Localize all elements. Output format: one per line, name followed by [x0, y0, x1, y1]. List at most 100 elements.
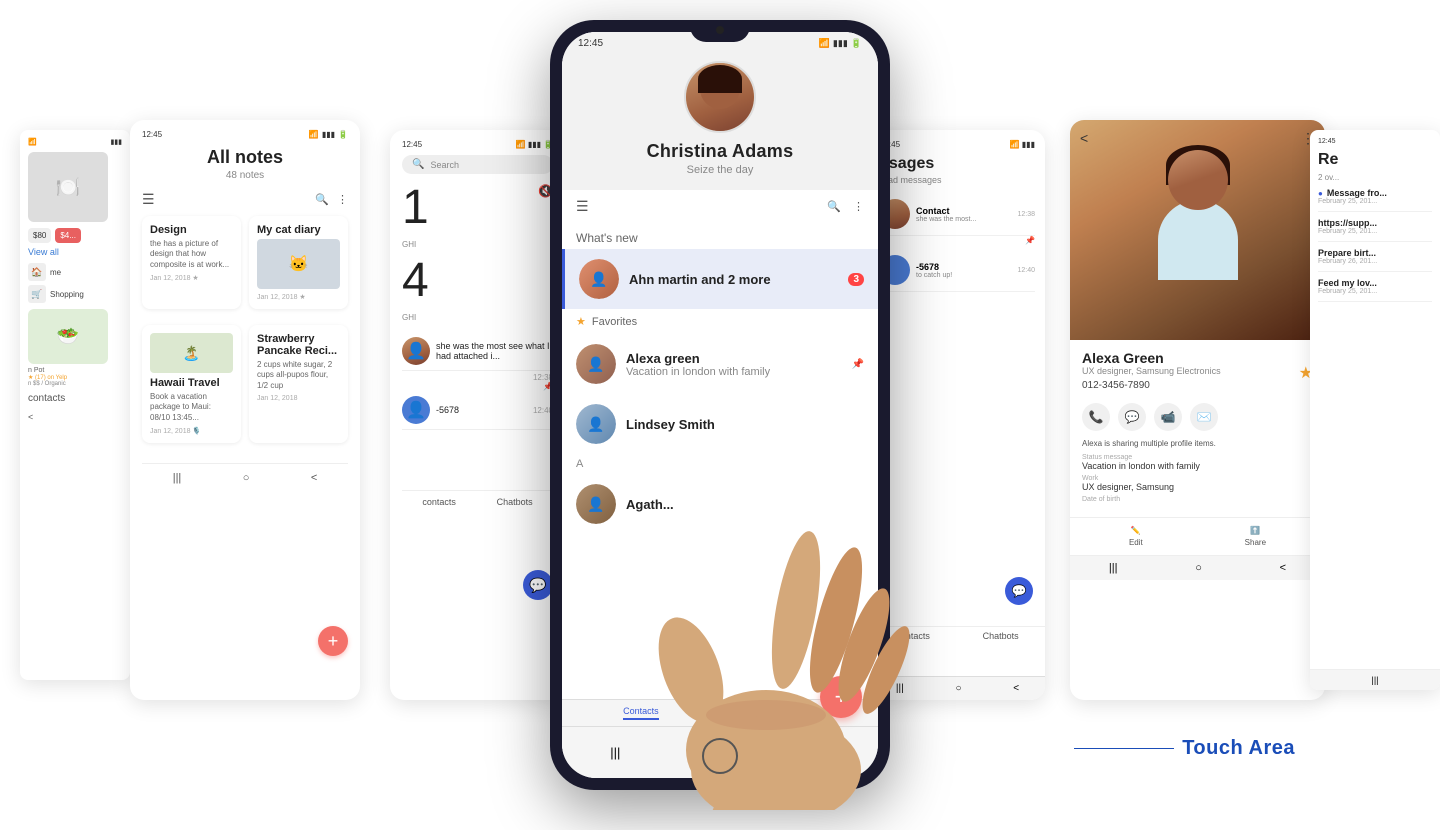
profile-avatar[interactable] — [684, 61, 756, 133]
notes-toolbar: ☰ 🔍 ⋮ — [142, 191, 348, 208]
phone-notch — [690, 20, 750, 42]
cd-message-button[interactable]: 💬 — [1118, 403, 1146, 431]
nav-back-icon[interactable]: < — [822, 745, 830, 760]
left-search-bar[interactable]: 🔍 Search — [402, 155, 553, 174]
lp-signal: ▮▮▮ — [528, 140, 541, 149]
signal-icon: ▮▮▮ — [833, 38, 848, 49]
note-card-pancake[interactable]: Strawberry Pancake Reci... 2 cups white … — [249, 325, 348, 443]
right-messages-panel: 12:45 📶 ▮▮▮ ssages read messages Contact… — [870, 130, 1045, 700]
msg-subtitle: read messages — [880, 175, 1035, 185]
cd-dob-field: Date of birth — [1082, 496, 1313, 503]
view-all-link[interactable]: View all — [28, 247, 122, 257]
front-camera — [716, 26, 724, 34]
note-card-hawaii[interactable]: 🏝️ Hawaii Travel Book a vacation package… — [142, 325, 241, 443]
lp-tab-chatbots[interactable]: Chatbots — [497, 497, 533, 507]
msg-nav-menu[interactable]: ||| — [896, 683, 904, 694]
lp-tab-contacts[interactable]: contacts — [422, 497, 456, 507]
agatha-contact-info: Agath... — [626, 497, 864, 512]
contact-lindsey[interactable]: 👤 Lindsey Smith — [562, 394, 878, 454]
touch-area-annotation: Touch Area — [1074, 737, 1295, 760]
note-hawaii-title: Hawaii Travel — [150, 377, 233, 389]
nav-menu-icon[interactable]: ||| — [610, 745, 620, 760]
msg-name-2: -5678 — [916, 262, 1011, 272]
fr-subtitle: 2 ov... — [1318, 173, 1432, 182]
lp-avatar-2: 👤 — [402, 396, 430, 424]
msg-tab-contacts[interactable]: contacts — [896, 631, 930, 641]
left-label-4: GHI — [402, 313, 553, 322]
toolbar-hamburger-icon[interactable]: ☰ — [576, 198, 589, 215]
toolbar-more-icon[interactable]: ⋮ — [853, 200, 864, 213]
alexa-avatar: 👤 — [576, 344, 616, 384]
msg-chatbubble[interactable]: 💬 — [1005, 577, 1033, 605]
fr-status-bar: 12:45 — [1318, 138, 1432, 145]
notes-fab[interactable]: + — [318, 626, 348, 656]
fr-item-3[interactable]: Prepare birt... February 26, 201... — [1318, 242, 1432, 272]
cd-video-button[interactable]: 📹 — [1154, 403, 1182, 431]
note-card-design[interactable]: Design the has a picture of design that … — [142, 216, 241, 309]
section-a-label: A — [576, 458, 583, 470]
toolbar-search-icon[interactable]: 🔍 — [827, 200, 841, 213]
cd-nav-menu[interactable]: ||| — [1109, 562, 1118, 574]
lp-contact-2[interactable]: 👤 -5678 12:40 — [402, 391, 553, 430]
favorites-label: Favorites — [592, 316, 637, 328]
notes-nav-back[interactable]: < — [311, 472, 317, 484]
contact-alexa[interactable]: 👤 Alexa green Vacation in london with fa… — [562, 334, 878, 394]
pfl-contacts-link[interactable]: contacts — [28, 393, 65, 404]
contact-ahn-martin[interactable]: 👤 Ahn martin and 2 more 3 — [562, 249, 878, 309]
fr-item-4[interactable]: Feed my lov... February 25, 201... — [1318, 272, 1432, 302]
notes-nav-menu[interactable]: ||| — [173, 472, 182, 484]
cd-contact-phone[interactable]: 012-3456-7890 — [1082, 380, 1221, 391]
contact-agatha[interactable]: 👤 Agath... — [562, 474, 878, 534]
agatha-avatar-face: 👤 — [576, 484, 616, 524]
msg-info-2: -5678 to catch up! — [916, 262, 1011, 279]
lp-chatbubble[interactable]: 💬 — [523, 570, 553, 600]
notes-hamburger-icon[interactable]: ☰ — [142, 191, 155, 208]
alexa-contact-info: Alexa green Vacation in london with fami… — [626, 351, 842, 378]
profile-subtitle: Seize the day — [687, 164, 754, 176]
msg-nav-back[interactable]: < — [1013, 683, 1019, 694]
cd-edit-label: Edit — [1129, 538, 1143, 547]
fab-button[interactable]: + — [820, 676, 862, 718]
cd-back-button[interactable]: < — [1080, 130, 1088, 146]
cd-nav-back[interactable]: < — [1280, 562, 1286, 574]
cd-share-button[interactable]: ⬆️ Share — [1245, 526, 1266, 547]
ahn-badge: 3 — [848, 273, 864, 286]
tab-chatbots[interactable]: Chatbots — [781, 706, 817, 720]
msg-time-1: 12:38 — [1017, 211, 1035, 218]
cd-nav-home[interactable]: ○ — [1195, 562, 1202, 574]
notes-nav-home[interactable]: ○ — [243, 472, 250, 484]
tab-contacts[interactable]: Contacts — [623, 706, 659, 720]
fr-date-4: February 25, 201... — [1318, 288, 1432, 295]
fr-item-1[interactable]: ● Message fro... February 25, 201... — [1318, 182, 1432, 212]
battery-icon: 🔋 — [851, 38, 862, 49]
note-card-cat[interactable]: My cat diary 🐱 Jan 12, 2018 ★ — [249, 216, 348, 309]
notes-panel: 12:45 📶 ▮▮▮ 🔋 All notes 48 notes ☰ 🔍 ⋮ D… — [130, 120, 360, 700]
fr-title-1: Message fro... — [1327, 188, 1387, 198]
cd-email-button[interactable]: ✉️ — [1190, 403, 1218, 431]
notes-status-bar: 12:45 📶 ▮▮▮ 🔋 — [142, 130, 348, 139]
msg-tab-chatbots[interactable]: Chatbots — [983, 631, 1019, 641]
left-big-num-4: 4 — [402, 257, 429, 305]
lindsey-contact-info: Lindsey Smith — [626, 417, 864, 432]
toolbar-right-icons: 🔍 ⋮ — [827, 200, 864, 213]
notes-search-icon[interactable]: 🔍 — [315, 193, 329, 206]
lp-wifi: 📶 — [516, 140, 526, 149]
fr-item-2[interactable]: https://supp... February 25, 201... — [1318, 212, 1432, 242]
cd-call-button[interactable]: 📞 — [1082, 403, 1110, 431]
profile-name: Christina Adams — [647, 141, 794, 162]
notes-more-icon[interactable]: ⋮ — [337, 193, 348, 206]
home-button[interactable] — [702, 738, 738, 774]
lp-contact-1[interactable]: 👤 she was the most see what I had attach… — [402, 332, 553, 371]
msg-contact-2[interactable]: -5678 to catch up! 12:40 — [880, 249, 1035, 292]
ahn-avatar-face: 👤 — [579, 259, 619, 299]
pfl-nav-back[interactable]: < — [28, 412, 33, 422]
left-label-1: GHI — [402, 240, 553, 249]
fr-title: Re — [1318, 151, 1432, 169]
lp-contact-name-1: she was the most see what I had attached… — [436, 341, 553, 361]
note-cat-image: 🐱 — [257, 239, 340, 289]
fr-nav-menu[interactable]: ||| — [1371, 675, 1378, 685]
profile-header: Christina Adams Seize the day — [562, 51, 878, 190]
cd-edit-button[interactable]: ✏️ Edit — [1129, 526, 1143, 547]
msg-contact-1[interactable]: Contact she was the most... 12:38 — [880, 193, 1035, 236]
msg-nav-home[interactable]: ○ — [955, 683, 961, 694]
